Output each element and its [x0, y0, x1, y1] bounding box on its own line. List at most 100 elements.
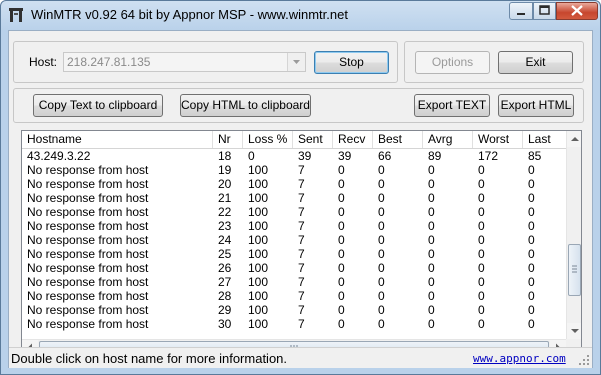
export-html-button[interactable]: Export HTML	[498, 94, 574, 117]
column-header-sent[interactable]: Sent	[293, 131, 333, 148]
vertical-scroll-thumb[interactable]	[568, 244, 581, 296]
cell-avrg: 0	[428, 163, 435, 177]
cell-worst: 0	[478, 177, 485, 191]
cell-loss: 0	[248, 149, 255, 163]
cell-recv: 39	[338, 149, 352, 163]
column-header-hostname[interactable]: Hostname	[22, 131, 213, 148]
cell-nr: 20	[218, 177, 232, 191]
cell-hostname[interactable]: No response from host	[22, 261, 213, 275]
cell-hostname[interactable]: No response from host	[22, 275, 213, 289]
cell-best: 0	[378, 247, 385, 261]
table-row[interactable]: No response from host 20 100 7 0 0 0 0 0	[22, 177, 567, 191]
column-header-avrg[interactable]: Avrg	[423, 131, 473, 148]
maximize-button[interactable]	[533, 2, 556, 20]
column-header-loss[interactable]: Loss %	[243, 131, 293, 148]
table-row[interactable]: No response from host 28 100 7 0 0 0 0 0	[22, 289, 567, 303]
cell-avrg: 0	[428, 275, 435, 289]
cell-avrg: 0	[428, 177, 435, 191]
cell-worst: 0	[478, 317, 485, 331]
host-combobox[interactable]: 218.247.81.135	[63, 52, 306, 72]
cell-hostname[interactable]: No response from host	[22, 303, 213, 317]
cell-hostname[interactable]: No response from host	[22, 163, 213, 177]
cell-worst: 0	[478, 247, 485, 261]
combo-dropdown-button[interactable]	[287, 53, 305, 71]
column-header-worst[interactable]: Worst	[473, 131, 523, 148]
cell-avrg: 0	[428, 219, 435, 233]
app-window: WinMTR v0.92 64 bit by Appnor MSP - www.…	[0, 0, 601, 375]
cell-worst: 0	[478, 191, 485, 205]
cell-best: 0	[378, 275, 385, 289]
cell-nr: 30	[218, 317, 232, 331]
cell-sent: 39	[298, 149, 312, 163]
cell-loss: 100	[248, 191, 269, 205]
cell-hostname[interactable]: No response from host	[22, 233, 213, 247]
exit-button[interactable]: Exit	[498, 51, 573, 74]
copy-html-button[interactable]: Copy HTML to clipboard	[180, 94, 311, 117]
cell-nr: 29	[218, 303, 232, 317]
minimize-button[interactable]	[509, 2, 533, 20]
cell-hostname[interactable]: No response from host	[22, 205, 213, 219]
table-row[interactable]: No response from host 19 100 7 0 0 0 0 0	[22, 163, 567, 177]
cell-hostname[interactable]: 43.249.3.22	[22, 149, 213, 163]
cell-last: 0	[528, 191, 535, 205]
copy-text-button[interactable]: Copy Text to clipboard	[33, 94, 163, 117]
column-header-best[interactable]: Best	[373, 131, 423, 148]
options-button[interactable]: Options	[415, 51, 490, 74]
cell-best: 0	[378, 205, 385, 219]
cell-hostname[interactable]: No response from host	[22, 177, 213, 191]
cell-loss: 100	[248, 233, 269, 247]
table-row[interactable]: No response from host 24 100 7 0 0 0 0 0	[22, 233, 567, 247]
cell-nr: 25	[218, 247, 232, 261]
table-row[interactable]: No response from host 30 100 7 0 0 0 0 0	[22, 317, 567, 331]
cell-sent: 7	[298, 177, 305, 191]
table-row[interactable]: No response from host 25 100 7 0 0 0 0 0	[22, 247, 567, 261]
table-row[interactable]: No response from host 26 100 7 0 0 0 0 0	[22, 261, 567, 275]
scroll-down-button[interactable]	[567, 323, 581, 339]
cell-hostname[interactable]: No response from host	[22, 191, 213, 205]
cell-sent: 7	[298, 317, 305, 331]
column-header-recv[interactable]: Recv	[333, 131, 373, 148]
cell-recv: 0	[338, 205, 345, 219]
cell-nr: 22	[218, 205, 232, 219]
column-header-last[interactable]: Last	[523, 131, 567, 148]
resize-grip-icon[interactable]	[578, 354, 590, 366]
table-row[interactable]: No response from host 22 100 7 0 0 0 0 0	[22, 205, 567, 219]
status-bar: Double click on host name for more infor…	[9, 347, 592, 368]
title-bar[interactable]: WinMTR v0.92 64 bit by Appnor MSP - www.…	[1, 1, 600, 29]
cell-last: 85	[528, 149, 542, 163]
cell-nr: 28	[218, 289, 232, 303]
cell-sent: 7	[298, 261, 305, 275]
table-row[interactable]: 43.249.3.22 18 0 39 39 66 89 172 85	[22, 149, 567, 163]
table-row[interactable]: No response from host 29 100 7 0 0 0 0 0	[22, 303, 567, 317]
cell-recv: 0	[338, 261, 345, 275]
cell-recv: 0	[338, 289, 345, 303]
appnor-link[interactable]: www.appnor.com	[473, 352, 566, 365]
cell-avrg: 0	[428, 261, 435, 275]
network-tool-icon	[9, 8, 23, 22]
cell-hostname[interactable]: No response from host	[22, 317, 213, 331]
export-text-button[interactable]: Export TEXT	[414, 94, 490, 117]
table-row[interactable]: No response from host 23 100 7 0 0 0 0 0	[22, 219, 567, 233]
column-header-nr[interactable]: Nr	[213, 131, 243, 148]
cell-nr: 18	[218, 149, 232, 163]
vertical-scrollbar[interactable]	[566, 131, 581, 339]
scroll-up-button[interactable]	[567, 131, 581, 147]
cell-best: 0	[378, 317, 385, 331]
host-label: Host:	[29, 55, 58, 69]
stop-button[interactable]: Stop	[314, 51, 389, 74]
cell-worst: 172	[478, 149, 499, 163]
trace-table[interactable]: Hostname Nr Loss % Sent Recv Best Avrg W…	[21, 130, 582, 356]
cell-loss: 100	[248, 177, 269, 191]
cell-last: 0	[528, 163, 535, 177]
cell-nr: 23	[218, 219, 232, 233]
close-button[interactable]	[556, 2, 598, 20]
cell-hostname[interactable]: No response from host	[22, 289, 213, 303]
cell-last: 0	[528, 275, 535, 289]
cell-hostname[interactable]: No response from host	[22, 247, 213, 261]
table-row[interactable]: No response from host 21 100 7 0 0 0 0 0	[22, 191, 567, 205]
cell-hostname[interactable]: No response from host	[22, 219, 213, 233]
cell-worst: 0	[478, 219, 485, 233]
close-icon	[571, 5, 583, 16]
table-row[interactable]: No response from host 27 100 7 0 0 0 0 0	[22, 275, 567, 289]
cell-best: 0	[378, 233, 385, 247]
